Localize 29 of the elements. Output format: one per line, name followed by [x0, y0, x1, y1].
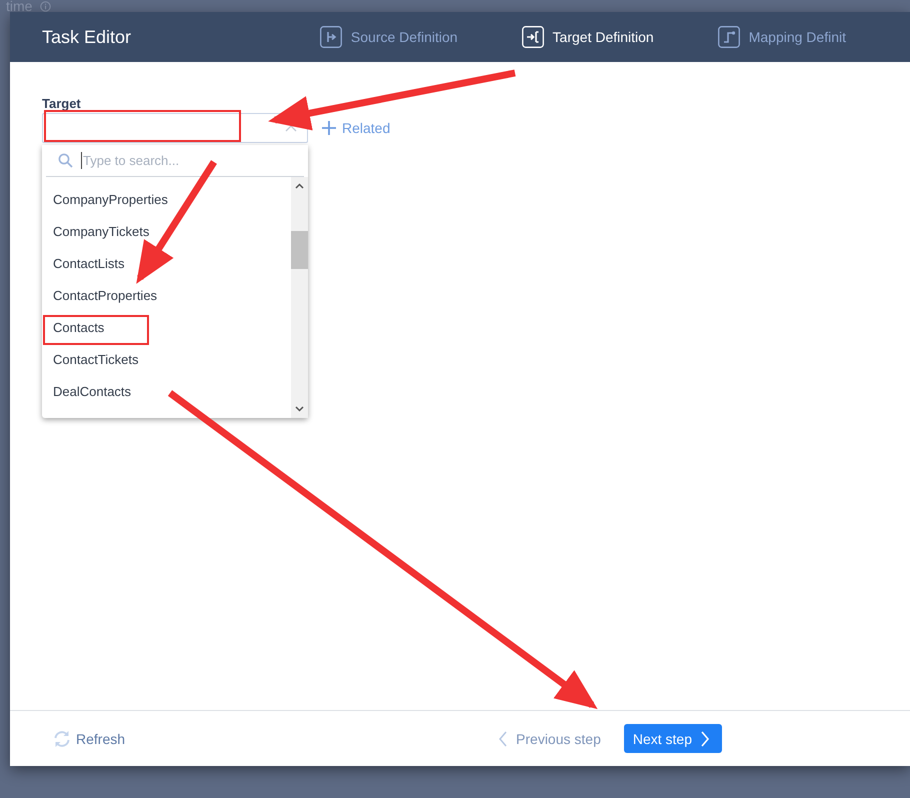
caret-icon	[285, 124, 297, 132]
dropdown-option[interactable]: DealContacts	[42, 376, 291, 408]
info-icon[interactable]	[40, 0, 52, 12]
scrollbar-thumb[interactable]	[291, 231, 308, 269]
chevron-right-icon	[700, 730, 710, 746]
scrollbar[interactable]	[291, 177, 308, 418]
dropdown-option[interactable]: CompanyTickets	[42, 216, 291, 248]
refresh-button[interactable]: Refresh	[52, 728, 126, 748]
target-select[interactable]	[42, 113, 308, 143]
scroll-up-icon[interactable]	[295, 183, 304, 189]
dropdown-option[interactable]: ContactProperties	[42, 280, 291, 312]
dialog-title: Task Editor	[42, 26, 132, 48]
step-icon	[718, 26, 740, 48]
refresh-icon	[52, 728, 72, 748]
dropdown-option[interactable]: Contacts	[42, 312, 291, 344]
step-tab[interactable]: Mapping Definit	[718, 26, 846, 48]
plus-icon	[322, 121, 336, 135]
next-step-button[interactable]: Next step	[624, 724, 722, 753]
dropdown-option[interactable]: ContactTickets	[42, 344, 291, 376]
step-tab[interactable]: Target Definition	[522, 26, 654, 48]
chevron-left-icon	[498, 730, 508, 746]
step-tab[interactable]: Source Definition	[320, 26, 458, 48]
search-icon	[58, 153, 73, 168]
step-icon	[320, 26, 342, 48]
dropdown-option[interactable]: ContactLists	[42, 248, 291, 280]
dropdown-option[interactable]: CompanyProperties	[42, 184, 291, 216]
step-icon	[522, 26, 544, 48]
field-label: Target	[42, 96, 82, 111]
scroll-down-icon[interactable]	[295, 406, 304, 412]
